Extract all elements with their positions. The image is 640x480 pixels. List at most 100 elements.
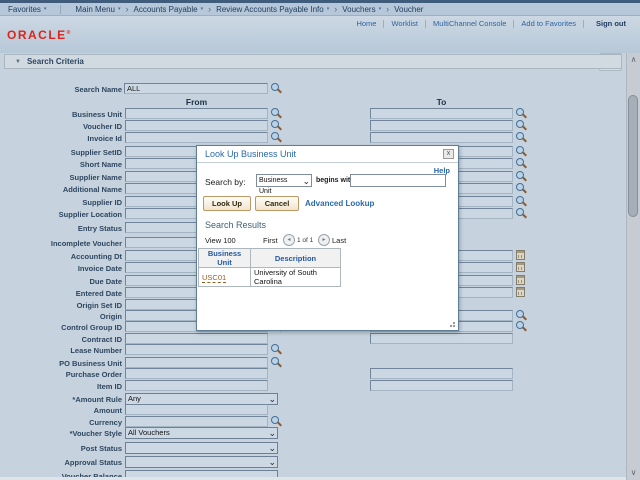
scrollbar-thumb[interactable]: [628, 95, 638, 217]
utility-link-worklist[interactable]: Worklist: [391, 19, 418, 28]
breadcrumb-item-vouchers[interactable]: Vouchers▾: [342, 5, 381, 14]
breadcrumb-separator-icon: ›: [334, 4, 337, 14]
lookup-icon[interactable]: [271, 120, 282, 131]
breadcrumb-item-main-menu[interactable]: Main Menu▾: [75, 5, 120, 14]
results-table-header-row: Business UnitDescription: [199, 249, 341, 268]
pagination-last[interactable]: Last: [332, 236, 346, 245]
approval-status-from-select[interactable]: ⌄: [125, 456, 278, 468]
breadcrumb-item-review-accounts-payable-info[interactable]: Review Accounts Payable Info▾: [216, 5, 329, 14]
form-row-item-id: Item ID: [0, 380, 626, 392]
lookup-icon[interactable]: [516, 196, 527, 207]
page-header: Home Worklist MultiChannel Console Add to F…: [0, 16, 640, 53]
collapse-triangle-icon[interactable]: ▼: [15, 59, 21, 65]
business-unit-link[interactable]: USC01: [202, 273, 226, 283]
voucher-id-from-input[interactable]: [125, 120, 268, 131]
form-row-invoice-id: Invoice Id: [0, 132, 626, 144]
vertical-scrollbar[interactable]: ∧ ∨: [626, 53, 640, 480]
contract-id-from-input[interactable]: [125, 333, 268, 344]
application-window: Favorites▾Main Menu▾›Accounts Payable▾›R…: [0, 0, 640, 480]
lookup-icon[interactable]: [516, 321, 527, 332]
lookup-icon[interactable]: [271, 108, 282, 119]
breadcrumb-label: Main Menu: [75, 5, 115, 14]
previous-page-icon[interactable]: ◂: [283, 234, 295, 246]
lookup-icon[interactable]: [516, 120, 527, 131]
look-up-button[interactable]: Look Up: [203, 196, 251, 211]
field-label: Invoice Id: [0, 133, 122, 144]
contract-id-to-input[interactable]: [370, 333, 513, 344]
lookup-icon[interactable]: [516, 171, 527, 182]
form-row-lease-number: Lease Number: [0, 344, 626, 356]
search-by-value: Business Unit: [259, 177, 287, 195]
item-id-from-input[interactable]: [125, 380, 268, 391]
sign-out-link[interactable]: Sign out: [596, 19, 626, 28]
breadcrumb-separator-icon: ›: [386, 4, 389, 14]
item-id-to-input[interactable]: [370, 380, 513, 391]
utility-link-multichannel-console[interactable]: MultiChannel Console: [433, 19, 506, 28]
select-value: Any: [128, 394, 141, 403]
lookup-icon[interactable]: [516, 310, 527, 321]
purchase-order-to-input[interactable]: [370, 368, 513, 379]
field-label: Approval Status: [0, 457, 122, 468]
lookup-icon[interactable]: [516, 108, 527, 119]
lookup-icon[interactable]: [516, 132, 527, 143]
chevron-down-icon: ▾: [118, 6, 121, 12]
field-label: Additional Name: [0, 184, 122, 195]
pagination-first[interactable]: First: [263, 236, 278, 245]
amount-from-input[interactable]: [125, 404, 268, 415]
cancel-button[interactable]: Cancel: [255, 196, 299, 211]
form-row-business-unit: Business Unit: [0, 108, 626, 120]
resize-grip[interactable]: [448, 320, 455, 327]
lookup-icon[interactable]: [516, 146, 527, 157]
calendar-icon[interactable]: [516, 250, 525, 260]
condition-label: begins with: [316, 177, 355, 184]
search-by-select[interactable]: Business Unit ⌄: [256, 174, 312, 187]
utility-link-add-to-favorites[interactable]: Add to Favorites: [521, 19, 576, 28]
lookup-icon[interactable]: [271, 344, 282, 355]
lookup-icon[interactable]: [271, 357, 282, 368]
chevron-down-icon: ▾: [201, 6, 204, 12]
purchase-order-from-input[interactable]: [125, 368, 268, 379]
lookup-icon[interactable]: [271, 132, 282, 143]
lookup-icon[interactable]: [516, 158, 527, 169]
currency-from-input[interactable]: [125, 416, 268, 427]
form-row-post-status: Post Status⌄: [0, 442, 626, 454]
po-business-unit-from-input[interactable]: [125, 357, 268, 368]
breadcrumb-item-voucher[interactable]: Voucher: [394, 5, 423, 14]
calendar-icon[interactable]: [516, 287, 525, 297]
breadcrumb-item-favorites[interactable]: Favorites▾: [8, 5, 46, 14]
utility-link-home[interactable]: Home: [356, 19, 376, 28]
business-unit-from-input[interactable]: [125, 108, 268, 119]
field-label: Entry Status: [0, 223, 122, 234]
advanced-lookup-link[interactable]: Advanced Lookup: [305, 199, 374, 208]
next-page-icon[interactable]: ▸: [318, 234, 330, 246]
lookup-icon[interactable]: [271, 416, 282, 427]
scroll-down-icon[interactable]: ∨: [627, 466, 640, 480]
lease-number-from-input[interactable]: [125, 344, 268, 355]
calendar-icon[interactable]: [516, 275, 525, 285]
scroll-up-icon[interactable]: ∧: [627, 53, 640, 67]
lookup-icon[interactable]: [516, 208, 527, 219]
breadcrumb-item-accounts-payable[interactable]: Accounts Payable▾: [134, 5, 204, 14]
view-100-link[interactable]: View 100: [205, 236, 236, 245]
description-cell: University of South Carolina: [251, 268, 341, 287]
business-unit-to-input[interactable]: [370, 108, 513, 119]
lookup-icon[interactable]: [516, 183, 527, 194]
calendar-icon[interactable]: [516, 262, 525, 272]
begins-with-input[interactable]: [350, 174, 446, 187]
utility-divider: [583, 20, 584, 28]
invoice-id-to-input[interactable]: [370, 132, 513, 143]
field-label: Business Unit: [0, 109, 122, 120]
breadcrumb-label: Review Accounts Payable Info: [216, 5, 324, 14]
field-label: Control Group ID: [0, 322, 122, 333]
breadcrumb: Favorites▾Main Menu▾›Accounts Payable▾›R…: [0, 3, 640, 15]
section-title: Search Criteria: [27, 57, 84, 66]
business-unit-cell: USC01: [199, 268, 251, 287]
breadcrumb-label: Accounts Payable: [134, 5, 198, 14]
voucher-id-to-input[interactable]: [370, 120, 513, 131]
post-status-from-select[interactable]: ⌄: [125, 442, 278, 454]
close-icon[interactable]: x: [443, 149, 454, 159]
field-label: Voucher ID: [0, 121, 122, 132]
chevron-down-icon: ⌄: [268, 427, 276, 439]
invoice-id-from-input[interactable]: [125, 132, 268, 143]
voucher-style-from-select[interactable]: All Vouchers⌄: [125, 427, 278, 439]
